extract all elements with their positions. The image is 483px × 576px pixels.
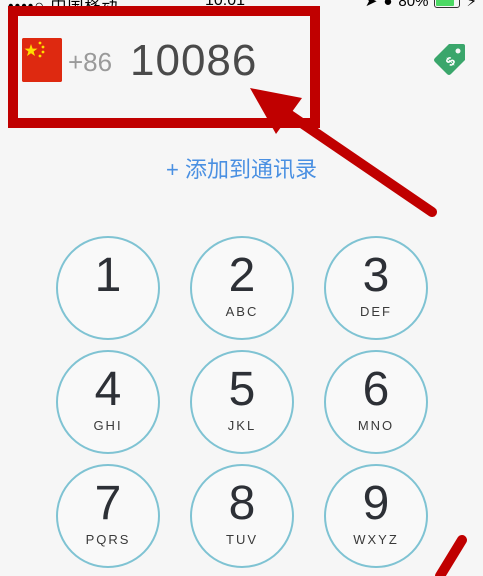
key-digit: 8: [228, 476, 256, 530]
key-5[interactable]: 5 JKL: [190, 350, 294, 454]
key-digit: 3: [362, 248, 390, 302]
key-9[interactable]: 9 WXYZ: [324, 464, 428, 568]
key-digit: 7: [94, 476, 122, 530]
key-digit: 1: [94, 248, 122, 302]
key-1[interactable]: 1: [56, 236, 160, 340]
key-letters: JKL: [227, 417, 257, 433]
key-2[interactable]: 2 ABC: [190, 236, 294, 340]
location-icon: ➤: [364, 0, 378, 10]
key-letters: DEF: [360, 303, 392, 319]
key-7[interactable]: 7 PQRS: [56, 464, 160, 568]
battery-fill: [436, 0, 454, 6]
add-to-contacts-link[interactable]: + 添加到通讯录: [0, 152, 483, 184]
price-tag-icon[interactable]: $: [431, 40, 469, 78]
key-letters: GHI: [93, 417, 123, 433]
status-right: ➤ ● 80% ⚡: [365, 0, 477, 10]
key-4[interactable]: 4 GHI: [56, 350, 160, 454]
key-letters: MNO: [357, 417, 395, 433]
key-digit: 5: [228, 362, 256, 416]
key-digit: 4: [94, 362, 122, 416]
battery-icon: [434, 0, 461, 8]
key-digit: 9: [362, 476, 390, 530]
annotation-highlight-box: [8, 6, 320, 128]
key-8[interactable]: 8 TUV: [190, 464, 294, 568]
battery-percent: 80%: [398, 0, 429, 10]
key-6[interactable]: 6 MNO: [324, 350, 428, 454]
alarm-icon: ●: [383, 0, 393, 10]
key-letters: WXYZ: [353, 531, 399, 547]
annotation-arrow-partial: [435, 535, 467, 576]
key-letters: ABC: [225, 303, 259, 319]
key-3[interactable]: 3 DEF: [324, 236, 428, 340]
charging-icon: ⚡: [466, 0, 477, 10]
key-digit: 6: [362, 362, 390, 416]
key-digit: 2: [228, 248, 256, 302]
key-letters: TUV: [226, 531, 258, 547]
key-letters: PQRS: [85, 531, 131, 547]
